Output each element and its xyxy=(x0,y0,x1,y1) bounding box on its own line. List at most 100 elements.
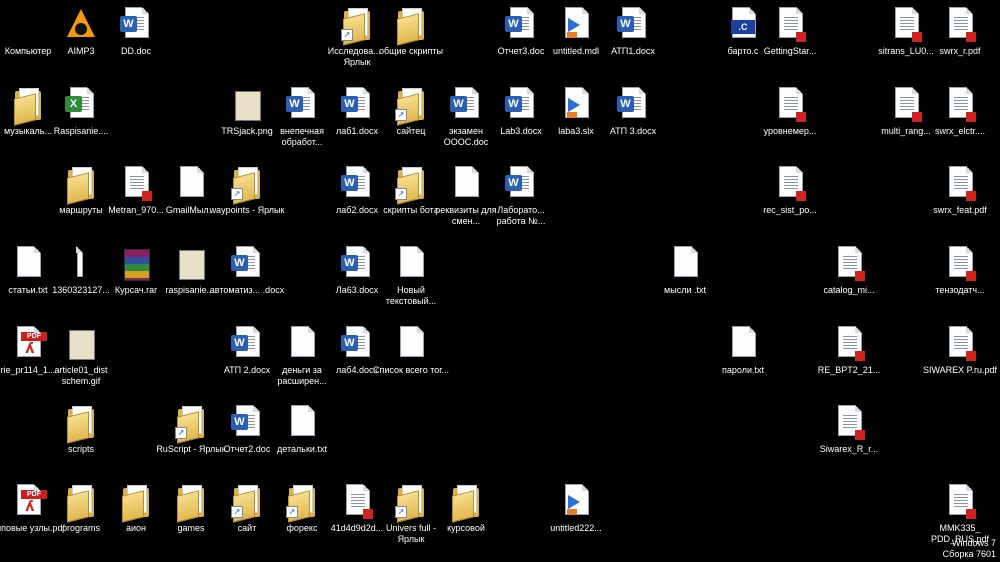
folder-shortcut-icon: ↗ xyxy=(339,6,375,46)
word-document-icon: W xyxy=(284,86,320,124)
desktop-icon-label: article01_dist schem.gif xyxy=(54,365,108,386)
simulink-model-icon xyxy=(558,86,594,124)
desktop-icon-label: GettingStar... xyxy=(763,46,817,56)
desktop-icon[interactable]: W Лаборато... работа №... xyxy=(483,163,559,233)
text-file-icon xyxy=(393,325,429,363)
desktop-icon-label: untitled222... xyxy=(550,523,602,533)
desktop-icon[interactable]: тензодатч... xyxy=(922,243,998,313)
desktop-icon[interactable]: swrx_feat.pdf xyxy=(922,163,998,233)
desktop-icon[interactable]: GettingStar... xyxy=(752,4,828,74)
word-document-icon: W xyxy=(339,86,375,124)
word-document-icon: W xyxy=(229,245,265,283)
desktop-icon-label: DD.doc xyxy=(120,46,151,56)
watermark-build: Сборка 7601 xyxy=(942,549,996,559)
desktop-icon-label: АТП1.docx xyxy=(611,46,655,56)
desktop-icon[interactable]: Список всего тог... xyxy=(373,323,449,393)
desktop-icon-label: scripts xyxy=(67,444,94,454)
desktop-icon[interactable]: общие скрипты xyxy=(373,4,449,74)
pdf-thumbnail-icon xyxy=(942,86,978,124)
desktop-icon[interactable]: W АТП1.docx xyxy=(595,4,671,74)
image-file-icon xyxy=(229,86,265,124)
pdf-thumbnail-icon xyxy=(118,165,154,203)
desktop-icon-label: swrx_elctr.... xyxy=(934,126,985,136)
desktop-icon[interactable]: SIWAREX P.ru.pdf xyxy=(922,323,998,393)
folder-shortcut-icon: ↗ xyxy=(229,483,265,523)
folder-shortcut-icon: ↗ xyxy=(173,404,209,444)
text-file-icon xyxy=(448,165,484,203)
folder-shortcut-icon: ↗ xyxy=(229,165,265,205)
desktop-icon[interactable]: W АТП 3.docx xyxy=(595,84,671,154)
folder-icon xyxy=(63,404,99,444)
aimp-icon xyxy=(63,6,99,44)
pdf-thumbnail-icon xyxy=(772,6,808,44)
desktop-icon-label: Список всего тог... xyxy=(373,365,449,375)
word-document-icon: W xyxy=(503,86,539,124)
pdf-file-icon: PDF ʎ xyxy=(10,325,47,363)
desktop-icon-label: Новый текстовый... xyxy=(385,285,437,306)
folder-icon xyxy=(63,165,99,205)
folder-icon xyxy=(448,483,484,523)
word-document-icon: W xyxy=(615,6,651,44)
desktop[interactable]: Компьютер AIMP3 W DD.doc ↗ Исследова... - Ярл… xyxy=(0,0,1000,562)
desktop-icon-label: Siwarex_R_r... xyxy=(819,444,879,454)
pdf-thumbnail-icon xyxy=(888,86,924,124)
desktop-icon[interactable]: swrx_elctr.... xyxy=(922,84,998,154)
desktop-icon[interactable]: X Raspisanie.... xyxy=(43,84,119,154)
pdf-thumbnail-icon xyxy=(831,325,867,363)
folder-icon xyxy=(63,483,99,523)
folder-icon xyxy=(173,483,209,523)
desktop-icon-label: Raspisanie.... xyxy=(53,126,109,136)
desktop-icon[interactable]: мысли .txt xyxy=(647,243,723,313)
text-file-icon xyxy=(284,404,320,442)
folder-shortcut-icon: ↗ xyxy=(393,165,429,205)
word-document-icon: W xyxy=(615,86,651,124)
watermark-os: Windows 7 xyxy=(951,538,996,548)
pdf-thumbnail-icon xyxy=(942,6,978,44)
desktop-icon[interactable]: детальки.txt xyxy=(264,402,340,472)
image-file-icon xyxy=(63,245,99,283)
folder-icon xyxy=(118,483,154,523)
desktop-icon[interactable]: пароли.txt xyxy=(705,323,781,393)
desktop-icon[interactable]: article01_dist schem.gif xyxy=(43,323,119,393)
pdf-thumbnail-icon xyxy=(831,404,867,442)
desktop-icon[interactable]: уровнемер... xyxy=(752,84,828,154)
text-file-icon xyxy=(667,245,703,283)
word-document-icon: W xyxy=(503,6,539,44)
pdf-thumbnail-icon xyxy=(942,245,978,283)
pdf-thumbnail-icon xyxy=(942,325,978,363)
desktop-icon[interactable]: W DD.doc xyxy=(98,4,174,74)
desktop-icon-label: пароли.txt xyxy=(722,365,764,375)
desktop-icon[interactable]: catalog_mi... xyxy=(811,243,887,313)
folder-shortcut-icon: ↗ xyxy=(393,483,429,523)
desktop-icon-label: rec_sist_po... xyxy=(763,205,817,215)
desktop-icon-label: общие скрипты xyxy=(378,46,444,56)
word-document-icon: W xyxy=(339,165,375,203)
desktop-icon-label: автоматиз... .docx xyxy=(209,285,285,295)
pdf-thumbnail-icon xyxy=(339,483,375,521)
pdf-thumbnail-icon xyxy=(942,483,978,521)
computer-icon xyxy=(10,6,46,44)
desktop-icon[interactable]: untitled222... xyxy=(538,481,614,551)
desktop-icon[interactable]: ↗ waypoints - Ярлык xyxy=(209,163,285,233)
desktop-icon-label: swrx_feat.pdf xyxy=(933,205,987,215)
winrar-archive-icon xyxy=(118,245,154,283)
desktop-icon-label: waypoints - Ярлык xyxy=(209,205,285,215)
desktop-icon[interactable]: scripts xyxy=(43,402,119,472)
image-file-icon xyxy=(63,325,99,363)
desktop-icon-label: swrx_r.pdf xyxy=(939,46,981,56)
folder-shortcut-icon: ↗ xyxy=(284,483,320,523)
word-document-icon: W xyxy=(503,165,539,203)
desktop-icon[interactable]: rec_sist_po... xyxy=(752,163,828,233)
word-document-icon: W xyxy=(229,404,265,442)
desktop-icon[interactable]: swrx_r.pdf xyxy=(922,4,998,74)
desktop-icon[interactable]: Siwarex_R_r... xyxy=(811,402,887,472)
desktop-icon-label: курсовой xyxy=(447,523,485,533)
pdf-file-icon: PDF ʎ xyxy=(10,483,47,521)
text-file-icon xyxy=(393,245,429,283)
desktop-icon[interactable]: RE_BPT2_21... xyxy=(811,323,887,393)
desktop-icon[interactable]: Wавтоматиз... .docx xyxy=(209,243,285,313)
desktop-icon[interactable]: Новый текстовый... xyxy=(373,243,449,313)
desktop-icon[interactable]: курсовой xyxy=(428,481,504,551)
desktop-icon-label: мысли .txt xyxy=(664,285,706,295)
desktop-icon-label: АТП 3.docx xyxy=(609,126,657,136)
